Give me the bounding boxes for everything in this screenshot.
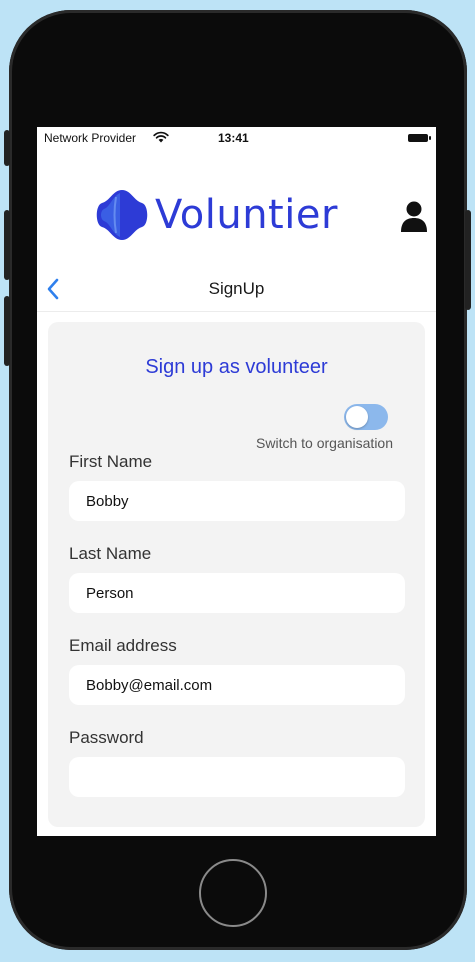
battery-icon [408,134,431,142]
voluntier-logo-icon [96,190,148,240]
signup-form-card: Sign up as volunteer Switch to organisat… [48,322,425,827]
person-icon[interactable] [400,201,428,233]
form-heading: Sign up as volunteer [145,356,328,378]
first-name-field[interactable]: Bobby [69,481,405,521]
power-button [465,210,471,310]
last-name-field[interactable]: Person [69,573,405,613]
network-provider: Network Provider [44,131,137,145]
password-label: Password [69,728,144,747]
volume-up-button [4,210,10,280]
screen: Network Provider 13:41 Voluntier SignUp … [37,127,436,836]
organisation-toggle[interactable] [344,404,388,430]
password-field[interactable] [69,757,405,797]
toggle-knob [346,406,368,428]
status-time: 13:41 [218,131,249,145]
volume-down-button [4,296,10,366]
navigation-bar: SignUp [37,267,436,312]
mute-switch [4,130,10,166]
wifi-icon [153,131,169,143]
last-name-label: Last Name [69,544,152,563]
home-button[interactable] [199,859,267,927]
first-name-label: First Name [69,452,153,471]
email-label: Email address [69,636,177,655]
status-bar: Network Provider 13:41 [37,127,436,149]
page-title: SignUp [208,279,265,298]
toggle-label: Switch to organisation [256,435,393,451]
email-field[interactable]: Bobby@email.com [69,665,405,705]
brand-name: Voluntier [155,192,338,238]
